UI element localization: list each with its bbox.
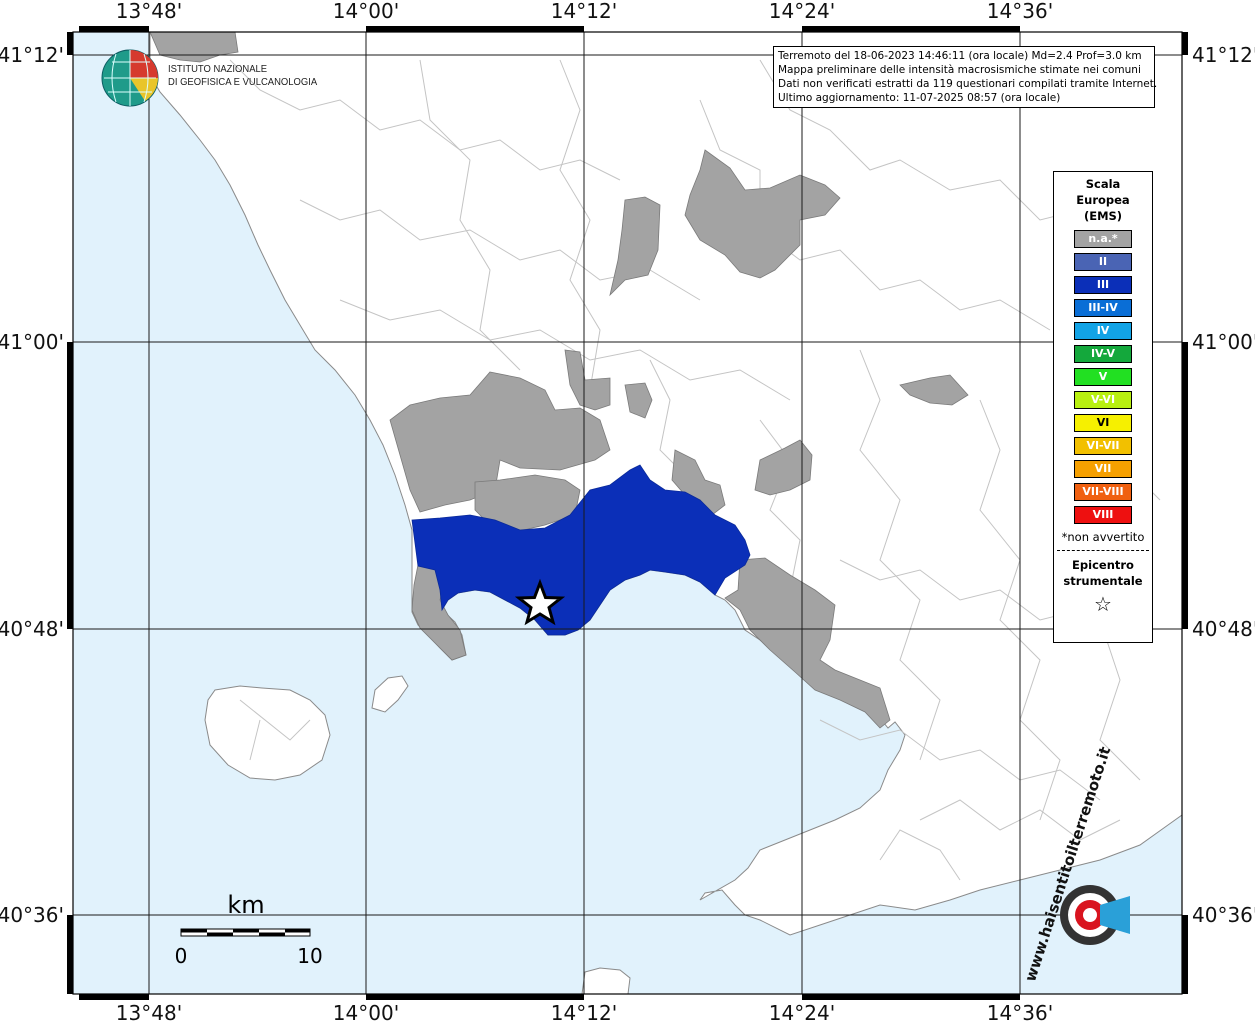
legend-divider (1057, 550, 1149, 551)
x-tick-labels-bottom: 13°48' 14°00' 14°12' 14°24' 14°36' (116, 1001, 1053, 1025)
x-tick-label: 14°36' (987, 1001, 1053, 1024)
ingv-logo-line: ISTITUTO NAZIONALE (168, 63, 268, 75)
legend-title-line: Scala (1085, 177, 1121, 191)
x-tick-label: 14°12' (551, 0, 617, 23)
legend-item: III-IV (1074, 299, 1132, 317)
x-tick-labels-top: 13°48' 14°00' 14°12' 14°24' 14°36' (116, 0, 1053, 23)
intensity-legend: Scala Europea (EMS) n.a.* II III III-IV IV IV… (1053, 171, 1153, 643)
x-tick-label: 14°24' (769, 0, 835, 23)
x-tick-label: 13°48' (116, 0, 182, 23)
capri-island (581, 967, 631, 994)
legend-title-line: Europea (1076, 193, 1130, 207)
legend-item: VII-VIII (1074, 483, 1132, 501)
scale-end: 10 (297, 944, 322, 968)
legend-item: VII (1074, 460, 1132, 478)
legend-title-line: (EMS) (1083, 209, 1123, 223)
legend-item: II (1074, 253, 1132, 271)
legend-item: V (1074, 368, 1132, 386)
y-tick-label: 40°48' (0, 617, 64, 641)
epicenter-legend-line: Epicentro (1072, 558, 1134, 572)
legend-item: III (1074, 276, 1132, 294)
legend-item: n.a.* (1074, 230, 1132, 248)
last-update-line: Ultimo aggiornamento: 11-07-2025 08:57 (… (778, 92, 1061, 104)
epicenter-legend-star-icon: ☆ (1094, 592, 1112, 616)
legend-item: VIII (1074, 506, 1132, 524)
map-description-line: Mappa preliminare delle intensità macros… (778, 64, 1141, 76)
x-tick-label: 13°48' (116, 1001, 182, 1024)
data-source-line: Dati non verificati estratti da 119 ques… (778, 78, 1158, 90)
ingv-logo-globe-icon (101, 49, 159, 107)
x-tick-label: 14°00' (333, 0, 399, 23)
y-tick-label: 40°36' (1192, 903, 1255, 927)
not-felt-note: *non avvertito (1061, 530, 1145, 544)
intensity-map: 13°48' 14°00' 14°12' 14°24' 14°36' 13°48… (0, 0, 1255, 1025)
ingv-logo-text: ISTITUTO NAZIONALE DI GEOFISICA E VULCAN… (168, 63, 317, 89)
legend-item: IV (1074, 322, 1132, 340)
y-tick-label: 40°48' (1192, 617, 1255, 641)
x-tick-label: 14°36' (987, 0, 1053, 23)
scale-unit: km (227, 891, 264, 919)
legend-item: V-VI (1074, 391, 1132, 409)
y-tick-label: 41°12' (0, 43, 64, 67)
x-tick-label: 14°24' (769, 1001, 835, 1024)
y-tick-labels-right: 41°12' 41°00' 40°48' 40°36' (1192, 43, 1255, 927)
event-info-line: Terremoto del 18-06-2023 14:46:11 (ora l… (778, 50, 1142, 62)
legend-item: VI-VII (1074, 437, 1132, 455)
scale-start: 0 (175, 944, 188, 968)
y-tick-label: 41°00' (1192, 330, 1255, 354)
epicenter-legend-title: Epicentro strumentale (1054, 557, 1152, 589)
legend-title: Scala Europea (EMS) (1054, 176, 1152, 224)
legend-items: n.a.* II III III-IV IV IV-V V V-VI VI VI-VII VII VI… (1054, 230, 1152, 524)
x-tick-label: 14°00' (333, 1001, 399, 1024)
y-tick-label: 40°36' (0, 903, 64, 927)
x-tick-label: 14°12' (551, 1001, 617, 1024)
y-tick-label: 41°00' (0, 330, 64, 354)
ingv-logo-line: DI GEOFISICA E VULCANOLOGIA (168, 76, 318, 88)
event-info-box: Terremoto del 18-06-2023 14:46:11 (ora l… (773, 46, 1158, 108)
epicenter-legend-line: strumentale (1063, 574, 1143, 588)
legend-item: VI (1074, 414, 1132, 432)
y-tick-label: 41°12' (1192, 43, 1255, 67)
y-tick-labels-left: 41°12' 41°00' 40°48' 40°36' (0, 43, 64, 927)
legend-item: IV-V (1074, 345, 1132, 363)
